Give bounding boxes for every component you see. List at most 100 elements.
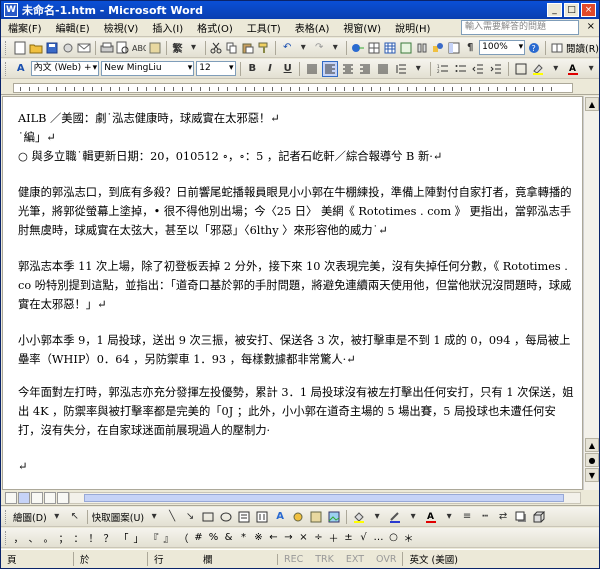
close-button[interactable]: × — [581, 3, 596, 17]
draw-menu-button[interactable]: 繪圖(D) — [13, 510, 47, 524]
align-center-icon[interactable] — [340, 61, 356, 77]
ruler-area[interactable] — [13, 83, 573, 93]
font-color-icon[interactable]: A — [566, 61, 582, 77]
fill-color-icon[interactable] — [351, 509, 367, 525]
distributed-icon[interactable] — [375, 61, 391, 77]
3d-style-icon[interactable] — [531, 509, 547, 525]
research-icon[interactable] — [148, 40, 162, 56]
email-icon[interactable] — [77, 40, 91, 56]
symbol-button[interactable]: ， — [11, 530, 26, 545]
chevron-down-icon[interactable]: ▾ — [583, 61, 599, 77]
horizontal-ruler[interactable] — [1, 81, 599, 95]
help-search-input[interactable]: 輸入需要解答的問題 — [461, 20, 579, 35]
menu-edit[interactable]: 編輯(E) — [49, 20, 97, 35]
show-hide-icon[interactable]: ¶ — [463, 40, 477, 56]
chevron-down-icon[interactable]: ▾ — [548, 61, 564, 77]
reading-view-icon[interactable] — [57, 492, 69, 504]
symbol-button[interactable]: # — [191, 532, 206, 543]
symbol-button[interactable]: √ — [356, 532, 371, 543]
help-icon[interactable]: ? — [527, 40, 541, 56]
symbol-button[interactable]: 、 — [26, 530, 41, 545]
columns-icon[interactable] — [415, 40, 429, 56]
line-icon[interactable]: ╲ — [164, 509, 180, 525]
spelling-icon[interactable]: ABC — [132, 40, 146, 56]
toolbar-grip[interactable] — [5, 530, 8, 545]
menu-table[interactable]: 表格(A) — [288, 20, 337, 35]
document-canvas[interactable]: AILB ／美國：劇˙泓志健康時，球威實在太邪惡！↵ ˙編」↵ ○ 與多立職˙輯… — [2, 96, 583, 490]
symbol-button[interactable]: ÷ — [311, 532, 326, 543]
line-spacing-icon[interactable] — [393, 61, 409, 77]
symbol-button[interactable]: ？ — [101, 530, 116, 545]
chevron-down-icon[interactable]: ▾ — [328, 40, 342, 56]
format-painter-icon[interactable] — [257, 40, 271, 56]
status-ovr[interactable]: OVR — [370, 554, 402, 565]
save-icon[interactable] — [45, 40, 59, 56]
menu-format[interactable]: 格式(O) — [190, 20, 240, 35]
print-icon[interactable] — [100, 40, 114, 56]
word-app-icon[interactable]: W — [4, 3, 18, 17]
chevron-down-icon[interactable]: ▾ — [296, 40, 310, 56]
document-close-icon[interactable]: × — [587, 21, 595, 32]
line-style-icon[interactable]: ≡ — [459, 509, 475, 525]
menu-view[interactable]: 檢視(V) — [97, 20, 146, 35]
select-objects-icon[interactable]: ↖ — [67, 509, 83, 525]
vertical-scrollbar[interactable]: ▲ ▲ ● ▼ — [583, 96, 599, 490]
font-size-select[interactable]: 12 — [196, 61, 236, 76]
maximize-button[interactable]: □ — [564, 3, 579, 17]
permission-icon[interactable] — [61, 40, 75, 56]
cut-icon[interactable] — [209, 40, 223, 56]
outside-border-icon[interactable] — [513, 61, 529, 77]
symbol-button[interactable]: … — [371, 532, 386, 543]
style-select[interactable]: 內文 (Web) + — [30, 61, 100, 76]
align-right-icon[interactable] — [357, 61, 373, 77]
autoshapes-menu-button[interactable]: 快取圖案(U) — [92, 510, 144, 524]
reading-layout-button[interactable]: 閱讀(R) — [566, 41, 599, 55]
status-ext[interactable]: EXT — [340, 554, 370, 565]
web-layout-view-icon[interactable] — [18, 492, 30, 504]
document-map-icon[interactable] — [447, 40, 461, 56]
font-select[interactable]: New MingLiu — [101, 61, 195, 76]
chevron-down-icon[interactable]: ▾ — [441, 509, 457, 525]
read-icon[interactable] — [550, 40, 564, 56]
symbol-button[interactable]: 。 — [41, 530, 56, 545]
symbol-button[interactable]: × — [296, 532, 311, 543]
diagram-icon[interactable] — [290, 509, 306, 525]
status-rec[interactable]: REC — [277, 553, 309, 565]
underline-button[interactable]: U — [280, 61, 296, 77]
align-left-icon[interactable] — [322, 60, 338, 77]
select-browse-object-icon[interactable]: ● — [585, 453, 599, 467]
increase-indent-icon[interactable] — [488, 61, 504, 77]
chevron-down-icon[interactable]: ▾ — [49, 509, 65, 525]
shadow-style-icon[interactable] — [513, 509, 529, 525]
vertical-text-box-icon[interactable] — [254, 509, 270, 525]
chevron-down-icon[interactable]: ▾ — [410, 61, 426, 77]
scroll-up-page-icon[interactable]: ▲ — [585, 438, 599, 452]
undo-icon[interactable]: ↶ — [280, 40, 294, 56]
menu-insert[interactable]: 插入(I) — [145, 20, 190, 35]
redo-icon[interactable]: ↷ — [312, 40, 326, 56]
insert-excel-icon[interactable] — [399, 40, 413, 56]
print-preview-icon[interactable] — [116, 40, 130, 56]
symbol-button[interactable]: ： — [71, 530, 86, 545]
styles-formatting-icon[interactable]: A — [13, 61, 29, 77]
insert-table-icon[interactable] — [383, 40, 397, 56]
symbol-button[interactable]: → — [281, 532, 296, 543]
chevron-down-icon[interactable]: ▾ — [405, 509, 421, 525]
symbol-button[interactable]: ± — [341, 532, 356, 543]
italic-button[interactable]: I — [262, 61, 278, 77]
align-justify-icon[interactable] — [304, 61, 320, 77]
title-bar[interactable]: W 未命名-1.htm - Microsoft Word _ □ × — [1, 1, 599, 19]
new-document-icon[interactable] — [13, 40, 27, 56]
menu-file[interactable]: 檔案(F) — [1, 20, 49, 35]
arrow-icon[interactable]: ↘ — [182, 509, 198, 525]
symbol-button[interactable]: & — [221, 532, 236, 543]
hyperlink-icon[interactable] — [351, 40, 365, 56]
bullets-icon[interactable] — [453, 61, 469, 77]
rectangle-icon[interactable] — [200, 509, 216, 525]
draw-font-color-icon[interactable]: A — [423, 509, 439, 525]
text-box-icon[interactable] — [236, 509, 252, 525]
chevron-down-icon[interactable]: ▾ — [146, 509, 162, 525]
bold-button[interactable]: B — [244, 61, 260, 77]
symbol-button[interactable]: % — [206, 532, 221, 543]
symbol-button[interactable]: 「 — [116, 530, 131, 545]
